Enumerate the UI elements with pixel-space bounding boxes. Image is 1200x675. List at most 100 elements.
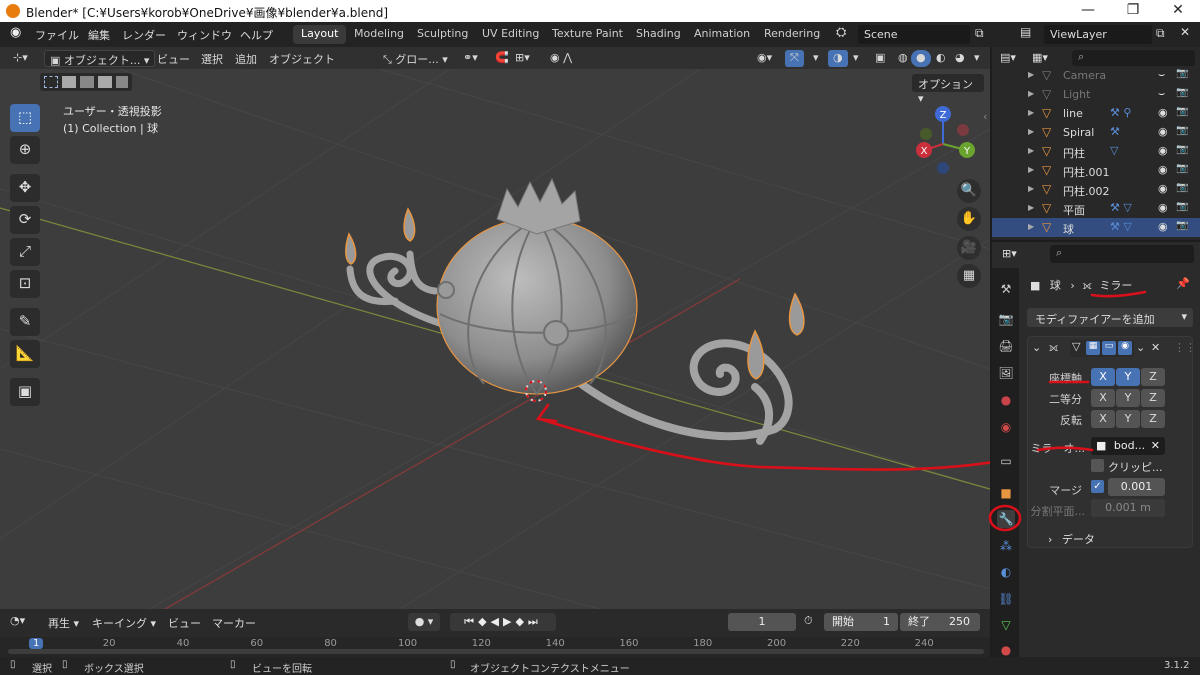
- timeline-marker-menu[interactable]: マーカー: [212, 615, 256, 631]
- expand-icon[interactable]: ▶: [1028, 108, 1034, 117]
- menu-window[interactable]: ウィンドウ: [177, 27, 232, 43]
- start-frame-input[interactable]: 開始 1: [824, 613, 898, 631]
- visibility-eye-icon[interactable]: ◉: [1158, 201, 1168, 214]
- tool-tab-icon[interactable]: ⚒: [997, 280, 1015, 298]
- viewlayer-copy-icon[interactable]: ⧉: [1156, 26, 1165, 41]
- proportional-edit-icon[interactable]: ◉ ⋀: [545, 50, 577, 67]
- auto-keying-toggle[interactable]: ● ▾: [408, 613, 440, 631]
- viewlayer-selector[interactable]: ViewLayer: [1044, 25, 1152, 44]
- expand-icon[interactable]: ▶: [1028, 222, 1034, 231]
- select-new-icon[interactable]: [44, 76, 58, 88]
- menu-edit[interactable]: 編集: [88, 27, 110, 43]
- pivot-point-icon[interactable]: ⚭▾: [458, 50, 483, 67]
- menu-file[interactable]: ファイル: [35, 27, 79, 43]
- mode-selector[interactable]: ▣ オブジェクト... ▾: [44, 50, 156, 67]
- current-frame-input[interactable]: 1: [728, 613, 796, 631]
- outliner-row[interactable]: ▶ ▽ Camera ⌣ 📷: [992, 66, 1200, 85]
- options-dropdown[interactable]: オプション ▾: [912, 74, 984, 105]
- pan-hand-icon[interactable]: ✋: [957, 207, 981, 231]
- properties-search-input[interactable]: ⌕: [1050, 245, 1194, 263]
- viewport-menu-select[interactable]: 選択: [196, 50, 228, 67]
- timeline-view-menu[interactable]: ビュー: [168, 615, 201, 631]
- overlay-toggle-icon[interactable]: ◑: [828, 50, 848, 67]
- scene-copy-icon[interactable]: ⧉: [975, 26, 984, 41]
- properties-editor-icon[interactable]: ⊞▾: [1002, 247, 1017, 260]
- scene-icon[interactable]: ⛭: [836, 25, 846, 40]
- outliner-item-name[interactable]: Spiral: [1063, 126, 1094, 139]
- render-camera-icon[interactable]: 📷: [1176, 68, 1188, 79]
- outliner-row[interactable]: ▶ ▽ Light ⌣ 📷: [992, 85, 1200, 104]
- viewport-menu-add[interactable]: 追加: [230, 50, 262, 67]
- render-camera-icon[interactable]: 📷: [1176, 163, 1188, 174]
- select-extend-icon[interactable]: [62, 76, 76, 88]
- tab-layout[interactable]: Layout: [293, 25, 347, 44]
- select-subtract-icon[interactable]: [80, 76, 94, 88]
- timeline-editor-icon[interactable]: ◔▾: [10, 614, 25, 627]
- world-tab-icon[interactable]: ◉: [997, 418, 1015, 436]
- render-camera-icon[interactable]: 📷: [1176, 182, 1188, 193]
- viewport-menu-object[interactable]: オブジェクト: [264, 50, 340, 67]
- outliner-item-name[interactable]: 円柱: [1063, 145, 1085, 161]
- render-camera-icon[interactable]: 📷: [1176, 144, 1188, 155]
- tab-texture-paint[interactable]: Texture Paint: [544, 25, 631, 44]
- outliner-item-name[interactable]: 円柱.002: [1063, 183, 1110, 199]
- output-tab-icon[interactable]: 🖨: [997, 337, 1015, 355]
- render-camera-icon[interactable]: 📷: [1176, 201, 1188, 212]
- render-camera-icon[interactable]: 📷: [1176, 87, 1188, 98]
- tab-animation[interactable]: Animation: [686, 25, 758, 44]
- visibility-icon[interactable]: ◉▾: [752, 50, 777, 67]
- scene-tab-icon[interactable]: ●: [997, 391, 1015, 409]
- select-mode-buttons[interactable]: [40, 73, 132, 91]
- tab-rendering[interactable]: Rendering: [756, 25, 828, 44]
- outliner-item-name[interactable]: line: [1063, 107, 1083, 120]
- maximize-icon[interactable]: ❐: [1121, 2, 1145, 18]
- measure-tool[interactable]: 📐: [10, 340, 40, 368]
- perspective-toggle-icon[interactable]: ▦: [957, 264, 981, 288]
- menu-help[interactable]: ヘルプ: [240, 27, 273, 43]
- add-cube-tool[interactable]: ▣: [10, 378, 40, 406]
- visibility-eye-icon[interactable]: ⌣: [1158, 87, 1165, 101]
- move-tool[interactable]: ✥: [10, 174, 40, 202]
- outliner-item-name[interactable]: Light: [1063, 88, 1090, 101]
- select-intersect-icon[interactable]: [116, 76, 128, 88]
- annotate-tool[interactable]: ✎: [10, 308, 40, 336]
- sidebar-toggle-icon[interactable]: ‹: [983, 110, 987, 123]
- outliner-row[interactable]: ▶ ▽ 円柱 ▽ ◉ 📷: [992, 142, 1200, 161]
- transform-orientation[interactable]: ⤡ グロー... ▾: [378, 50, 453, 67]
- outliner-item-name[interactable]: Camera: [1063, 69, 1106, 82]
- transform-tool[interactable]: ⊡: [10, 270, 40, 298]
- shading-solid-icon[interactable]: ●: [911, 50, 931, 67]
- shading-wireframe-icon[interactable]: ◍: [893, 50, 913, 67]
- close-icon[interactable]: ✕: [1166, 2, 1190, 18]
- outliner-row[interactable]: ▶ ▽ 球 ⚒ ▽ ◉ 📷: [992, 218, 1200, 237]
- render-camera-icon[interactable]: 📷: [1176, 220, 1188, 231]
- gizmo-dropdown-icon[interactable]: ▾: [808, 50, 824, 67]
- camera-view-icon[interactable]: 🎥: [957, 236, 981, 260]
- expand-icon[interactable]: ▶: [1028, 165, 1034, 174]
- constraints-tab-icon[interactable]: ⛓: [997, 590, 1015, 608]
- zoom-icon[interactable]: 🔍: [957, 179, 981, 203]
- visibility-eye-icon[interactable]: ◉: [1158, 125, 1168, 138]
- select-invert-icon[interactable]: [98, 76, 112, 88]
- outliner-item-name[interactable]: 球: [1063, 221, 1074, 237]
- render-camera-icon[interactable]: 📷: [1176, 106, 1188, 117]
- visibility-eye-icon[interactable]: ◉: [1158, 182, 1168, 195]
- outliner-row[interactable]: ▶ ▽ 円柱.001 ◉ 📷: [992, 161, 1200, 180]
- editor-type-icon[interactable]: ⊹▾: [8, 50, 33, 67]
- outliner-item-name[interactable]: 円柱.001: [1063, 164, 1110, 180]
- render-camera-icon[interactable]: 📷: [1176, 125, 1188, 136]
- timeline-keying-menu[interactable]: キーイング ▾: [92, 615, 156, 631]
- visibility-eye-icon[interactable]: ◉: [1158, 220, 1168, 233]
- outliner-display-mode-icon[interactable]: ▦▾: [1032, 51, 1048, 64]
- shading-rendered-icon[interactable]: ◕: [950, 50, 970, 67]
- shading-dropdown-icon[interactable]: ▾: [969, 50, 985, 67]
- outliner-editor-icon[interactable]: ▤▾: [1000, 51, 1016, 64]
- stopwatch-icon[interactable]: ⏱: [804, 614, 813, 628]
- outliner-row[interactable]: ▶ ▽ line ⚒ ⚲ ◉ 📷: [992, 104, 1200, 123]
- rotate-tool[interactable]: ⟳: [10, 206, 40, 234]
- tab-shading[interactable]: Shading: [628, 25, 689, 44]
- collection-tab-icon[interactable]: ▭: [997, 452, 1015, 470]
- expand-icon[interactable]: ▶: [1028, 184, 1034, 193]
- viewport-menu-view[interactable]: ビュー: [152, 50, 195, 67]
- timeline-playback-menu[interactable]: 再生 ▾: [48, 615, 79, 631]
